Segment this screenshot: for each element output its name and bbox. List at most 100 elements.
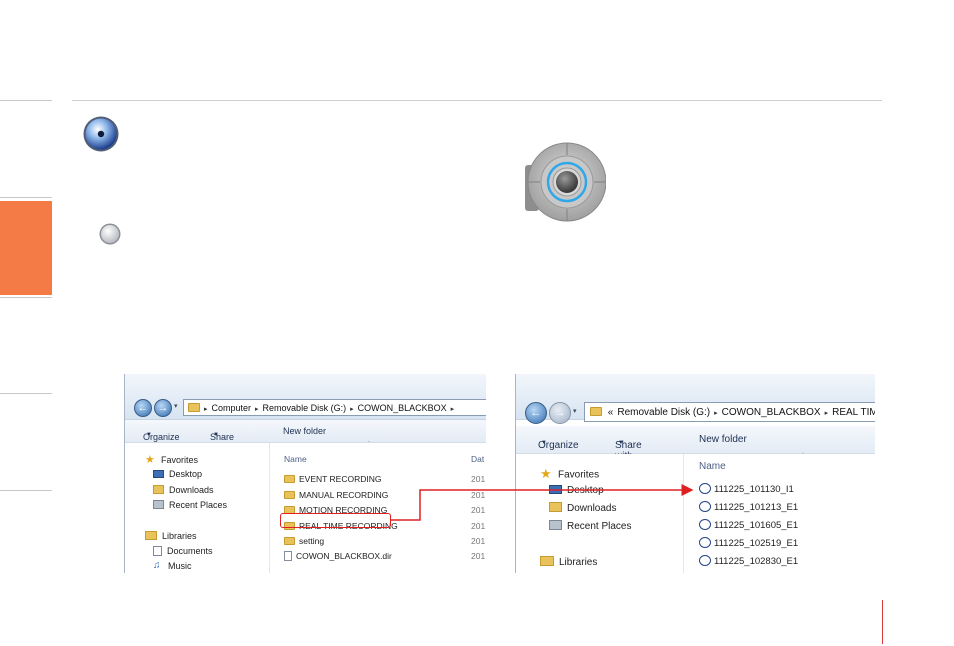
nav-downloads[interactable]: Downloads — [153, 485, 214, 495]
side-divider — [0, 297, 52, 298]
nav-favorites[interactable]: ★ Favorites — [540, 466, 599, 483]
downloads-icon — [153, 485, 164, 495]
file-row[interactable]: MANUAL RECORDING — [284, 490, 388, 500]
back-button[interactable]: ← — [525, 402, 547, 424]
address-area: ← → ▾ ▸ Computer ▸ Removable Disk (G:) ▸ COWO… — [125, 374, 486, 420]
navigation-pane: ★ Favorites Desktop Downloads Recent Plac… — [125, 443, 270, 573]
folder-icon — [590, 406, 602, 416]
chevron-down-icon: ▼ — [146, 432, 152, 438]
video-file-icon — [699, 555, 711, 566]
breadcrumb-item[interactable]: COWON_BLACKBOX — [722, 407, 821, 418]
explorer-window-real-time: ← → ▾ «Removable Disk (G:) ▸ COWON_BLACKBO… — [515, 374, 875, 573]
header-rule — [72, 100, 882, 101]
breadcrumb-item[interactable]: REAL TIM — [832, 407, 875, 418]
nav-desktop[interactable]: Desktop — [549, 484, 604, 496]
video-file-row[interactable]: 111225_102519_E1 — [699, 537, 798, 549]
file-row[interactable]: COWON_BLACKBOX.dir — [284, 550, 392, 562]
manual-page: ← → ▾ ▸ Computer ▸ Removable Disk (G:) ▸ COWO… — [0, 0, 954, 646]
highlight-box — [280, 513, 391, 528]
folder-icon — [188, 403, 200, 413]
video-file-row[interactable]: 111225_101130_I1 — [699, 483, 794, 495]
page-number-rule — [882, 600, 883, 644]
nav-recent-places[interactable]: Recent Places — [549, 520, 631, 532]
forward-button[interactable]: → — [549, 402, 571, 424]
side-divider — [0, 197, 52, 198]
column-header-name[interactable]: Name — [699, 461, 726, 472]
folder-icon — [284, 474, 295, 483]
forward-arrow-icon: → — [157, 402, 169, 414]
video-file-row[interactable]: 111225_101605_E1 — [699, 519, 798, 531]
folder-icon — [284, 490, 295, 499]
file-row[interactable]: setting — [284, 536, 324, 546]
navigation-pane: ★ Favorites Desktop Downloads Recent Plac… — [516, 454, 684, 573]
breadcrumb-item[interactable]: Computer — [212, 403, 252, 413]
forward-arrow-icon: → — [554, 407, 566, 419]
address-bar[interactable]: «Removable Disk (G:) ▸ COWON_BLACKBOX ▸ REAL… — [584, 402, 875, 422]
recent-pages-chevron-icon[interactable]: ▾ — [174, 402, 178, 410]
file-row[interactable]: EVENT RECORDING — [284, 474, 382, 484]
documents-icon — [153, 545, 162, 556]
new-folder-button[interactable]: New folder — [283, 426, 326, 436]
command-bar: Organize▼ Share with▼ New folder — [516, 426, 875, 462]
address-bar[interactable]: ▸ Computer ▸ Removable Disk (G:) ▸ COWON_BLAC… — [183, 399, 486, 416]
desktop-icon — [549, 484, 562, 494]
explorer-window-blackbox: ← → ▾ ▸ Computer ▸ Removable Disk (G:) ▸ COWO… — [124, 374, 486, 573]
file-date: 201 — [471, 474, 486, 484]
nav-music[interactable]: ♫ Music — [153, 560, 192, 572]
overflow-chevron-icon[interactable]: « — [608, 407, 614, 418]
nav-recent-places[interactable]: Recent Places — [153, 500, 227, 510]
back-button[interactable]: ← — [134, 399, 152, 417]
back-arrow-icon: ← — [137, 402, 149, 414]
desktop-icon — [153, 469, 164, 478]
file-list: ˆ Name 111225_101130_I1 111225_101213_E1… — [684, 453, 875, 573]
video-file-icon — [699, 501, 711, 512]
file-date: 201 — [471, 551, 486, 561]
libraries-icon — [540, 556, 554, 567]
column-header-name[interactable]: Name — [284, 454, 307, 464]
chevron-down-icon: ▼ — [618, 440, 624, 446]
nav-libraries[interactable]: Libraries — [145, 531, 197, 541]
forward-button[interactable]: → — [154, 399, 172, 417]
nav-downloads[interactable]: Downloads — [549, 502, 616, 514]
star-icon: ★ — [540, 466, 552, 481]
nav-desktop[interactable]: Desktop — [153, 469, 202, 479]
chevron-down-icon: ▼ — [541, 440, 547, 446]
recent-places-icon — [549, 520, 562, 531]
sort-indicator-icon: ˆ — [802, 453, 805, 460]
nav-favorites[interactable]: ★ Favorites — [145, 454, 198, 467]
star-icon: ★ — [145, 454, 155, 466]
file-date: 201 — [471, 490, 486, 500]
file-icon — [284, 550, 292, 561]
nav-libraries[interactable]: Libraries — [540, 556, 597, 568]
sort-indicator-icon: ˆ — [368, 442, 370, 448]
file-list: ˆ Name Dat EVENT RECORDING 201 MANUAL RE… — [270, 442, 486, 573]
side-divider — [0, 393, 52, 394]
libraries-icon — [145, 531, 157, 541]
video-file-icon — [699, 537, 711, 548]
music-note-icon: ♫ — [153, 560, 161, 572]
video-file-row[interactable]: 111225_102830_E1 — [699, 555, 798, 567]
new-folder-button[interactable]: New folder — [699, 434, 747, 445]
section-bullet-icon — [83, 116, 119, 152]
side-divider — [0, 100, 52, 101]
recent-places-icon — [153, 500, 164, 510]
breadcrumb-item[interactable]: Removable Disk (G:) — [617, 407, 710, 418]
recent-pages-chevron-icon[interactable]: ▾ — [573, 407, 577, 415]
side-chapter-tab — [0, 201, 52, 295]
video-file-row[interactable]: 111225_101213_E1 — [699, 501, 798, 513]
breadcrumb-item[interactable]: Removable Disk (G:) — [263, 403, 347, 413]
file-date: 201 — [471, 536, 486, 546]
folder-icon — [284, 536, 295, 545]
side-divider — [0, 490, 52, 491]
column-header-date[interactable]: Dat — [471, 454, 484, 464]
device-button-illustration — [525, 142, 606, 222]
downloads-icon — [549, 502, 562, 513]
chevron-down-icon: ▼ — [213, 432, 219, 438]
file-date: 201 — [471, 521, 486, 531]
address-area: ← → ▾ «Removable Disk (G:) ▸ COWON_BLACKBO… — [516, 374, 875, 424]
breadcrumb-item[interactable]: COWON_BLACKBOX — [358, 403, 447, 413]
video-file-icon — [699, 519, 711, 530]
command-bar: Organize▼ Share with▼ New folder — [125, 420, 486, 452]
sub-bullet-icon — [99, 223, 121, 245]
nav-documents[interactable]: Documents — [153, 545, 213, 557]
